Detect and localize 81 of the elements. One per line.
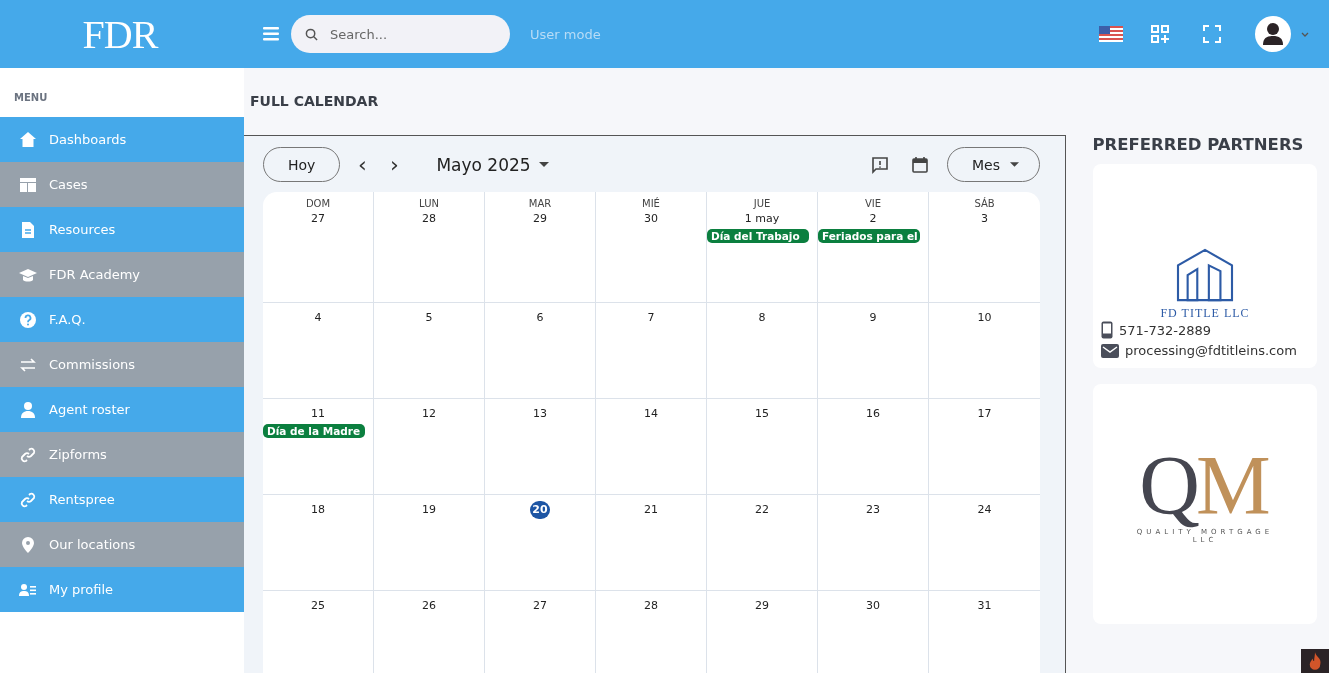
day-number[interactable]: 11 bbox=[309, 405, 327, 423]
day-number[interactable]: 26 bbox=[420, 597, 438, 615]
day-number[interactable]: 15 bbox=[753, 405, 771, 423]
caret-icon bbox=[538, 162, 549, 167]
envelope-icon bbox=[1101, 343, 1119, 358]
calendar-icon[interactable] bbox=[911, 155, 929, 174]
avatar-icon[interactable] bbox=[1255, 16, 1291, 52]
fullscreen-icon[interactable] bbox=[1203, 25, 1221, 43]
weekday-label: DOM bbox=[305, 198, 331, 209]
weekday-label: LUN bbox=[419, 198, 439, 209]
day-number[interactable]: 18 bbox=[309, 501, 327, 519]
day-number[interactable]: 16 bbox=[864, 405, 882, 423]
day-number[interactable]: 24 bbox=[975, 501, 994, 519]
day-number[interactable]: 31 bbox=[975, 597, 994, 615]
apps-icon[interactable] bbox=[1151, 25, 1169, 43]
caret-icon[interactable] bbox=[1301, 31, 1309, 37]
partners-heading: PREFERRED PARTNERS bbox=[1091, 135, 1305, 154]
search-field[interactable]: Search... bbox=[291, 15, 510, 53]
day-number[interactable]: 4 bbox=[309, 309, 327, 327]
phone-number: 571-732-2889 bbox=[1119, 322, 1212, 338]
day-number[interactable]: 5 bbox=[420, 309, 438, 327]
day-number[interactable]: 8 bbox=[753, 309, 771, 327]
weekday-label: JUE bbox=[753, 198, 771, 209]
day-number[interactable]: 7 bbox=[642, 309, 660, 327]
weekday-label: SÁB bbox=[974, 198, 995, 209]
logo-letter: Q bbox=[1139, 444, 1200, 528]
event-chip[interactable]: Feriados para el bbox=[818, 229, 920, 243]
day-number[interactable]: 27 bbox=[531, 597, 549, 615]
document-icon bbox=[19, 220, 37, 239]
day-number[interactable]: 19 bbox=[420, 501, 438, 519]
flag-icon[interactable] bbox=[1099, 26, 1123, 42]
day-number[interactable]: 1 may bbox=[744, 210, 780, 228]
day-number[interactable]: 12 bbox=[420, 405, 438, 423]
day-number[interactable]: 25 bbox=[309, 597, 327, 615]
menu-heading: MENU bbox=[13, 91, 49, 105]
menu-icon[interactable] bbox=[263, 27, 279, 41]
day-number[interactable]: 9 bbox=[864, 309, 882, 327]
day-number[interactable]: 14 bbox=[642, 405, 660, 423]
link-icon bbox=[19, 445, 37, 464]
person-icon bbox=[19, 400, 37, 419]
event-chip[interactable]: Día de la Madre bbox=[263, 424, 365, 438]
day-number[interactable]: 3 bbox=[975, 210, 994, 228]
search-icon bbox=[305, 28, 318, 41]
weekday-label: MAR bbox=[528, 198, 552, 209]
table-icon bbox=[19, 175, 37, 194]
feedback-icon[interactable] bbox=[871, 155, 889, 174]
arrows-icon bbox=[19, 355, 37, 374]
day-number[interactable]: 22 bbox=[753, 501, 771, 519]
day-number[interactable]: 17 bbox=[975, 405, 994, 423]
weekday-label: MIÉ bbox=[642, 198, 660, 209]
day-number[interactable]: 23 bbox=[864, 501, 882, 519]
page-title: FULL CALENDAR bbox=[249, 92, 380, 111]
day-number[interactable]: 28 bbox=[642, 597, 660, 615]
day-number[interactable]: 13 bbox=[531, 405, 549, 423]
logo-text: FD TITLE LLC bbox=[1160, 306, 1250, 321]
day-number[interactable]: 30 bbox=[864, 597, 882, 615]
previous-button[interactable]: ‹ bbox=[346, 151, 379, 178]
day-number[interactable]: 29 bbox=[753, 597, 771, 615]
house-icon bbox=[19, 130, 37, 149]
email-link[interactable]: processing@fdtitleins.com bbox=[1125, 343, 1297, 358]
weekday-label: VIE bbox=[864, 198, 882, 209]
month-dropdown[interactable]: Mayo 2025 bbox=[430, 153, 555, 176]
day-number[interactable]: 27 bbox=[309, 210, 327, 228]
link-icon bbox=[19, 490, 37, 509]
chat-widget-button[interactable] bbox=[1301, 649, 1329, 673]
location-pin-icon bbox=[19, 535, 37, 554]
help-icon bbox=[19, 310, 37, 329]
day-number[interactable]: 21 bbox=[642, 501, 660, 519]
event-chip[interactable]: Día del Trabajo bbox=[707, 229, 809, 243]
day-number[interactable]: 29 bbox=[531, 210, 549, 228]
phone-icon bbox=[1101, 321, 1113, 339]
day-number[interactable]: 30 bbox=[642, 210, 660, 228]
day-number[interactable]: 2 bbox=[864, 210, 882, 228]
next-button[interactable]: › bbox=[378, 151, 411, 178]
building-logo-icon bbox=[1176, 248, 1234, 302]
day-number[interactable]: 6 bbox=[531, 309, 549, 327]
day-number[interactable]: 10 bbox=[975, 309, 994, 327]
caret-icon bbox=[1010, 162, 1019, 167]
day-number[interactable]: 20 bbox=[530, 501, 550, 519]
day-number[interactable]: 28 bbox=[420, 210, 438, 228]
flame-icon bbox=[1308, 652, 1322, 670]
